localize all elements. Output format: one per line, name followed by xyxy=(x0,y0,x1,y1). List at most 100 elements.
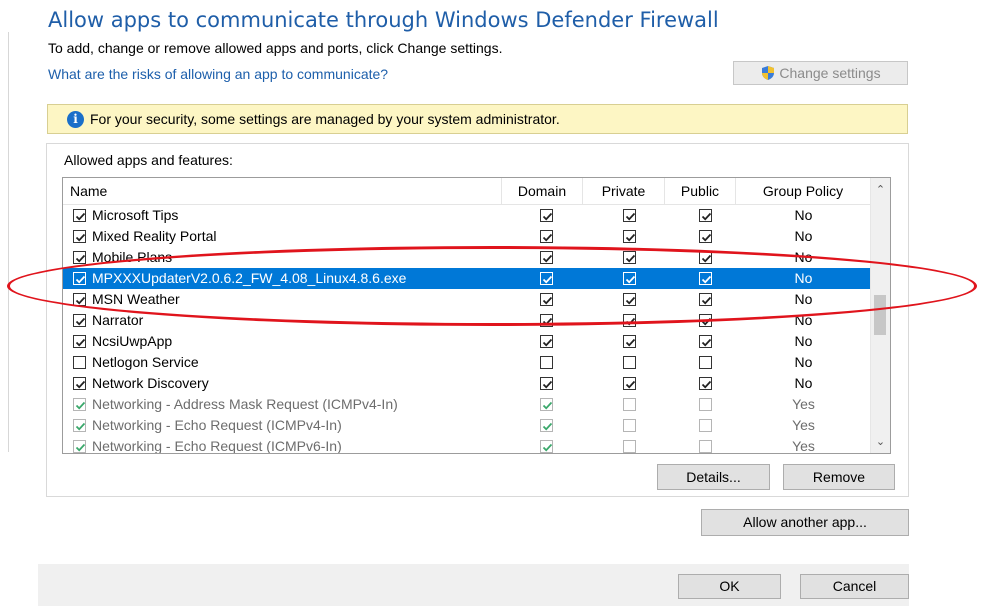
domain-checkbox[interactable] xyxy=(540,272,553,285)
private-checkbox[interactable] xyxy=(623,209,636,222)
app-enabled-checkbox[interactable] xyxy=(73,314,86,327)
private-checkbox[interactable] xyxy=(623,314,636,327)
list-header: Name Domain Private Public Group Policy xyxy=(63,178,871,205)
domain-checkbox[interactable] xyxy=(540,209,553,222)
group-policy-value: Yes xyxy=(792,417,815,433)
private-checkbox[interactable] xyxy=(623,335,636,348)
app-enabled-checkbox[interactable] xyxy=(73,230,86,243)
domain-checkbox[interactable] xyxy=(540,440,553,453)
change-settings-button[interactable]: Change settings xyxy=(733,61,908,85)
app-name: MPXXXUpdaterV2.0.6.2_FW_4.08_Linux4.8.6.… xyxy=(92,270,407,286)
app-enabled-checkbox[interactable] xyxy=(73,356,86,369)
app-enabled-checkbox[interactable] xyxy=(73,335,86,348)
column-header-name[interactable]: Name xyxy=(63,178,502,204)
risks-link[interactable]: What are the risks of allowing an app to… xyxy=(48,66,388,82)
table-row[interactable]: Networking - Echo Request (ICMPv6-In) Yes xyxy=(63,436,871,454)
app-enabled-checkbox[interactable] xyxy=(73,293,86,306)
public-checkbox[interactable] xyxy=(699,335,712,348)
private-checkbox[interactable] xyxy=(623,272,636,285)
domain-checkbox[interactable] xyxy=(540,398,553,411)
chevron-down-icon[interactable]: ⌄ xyxy=(871,433,890,451)
private-checkbox[interactable] xyxy=(623,440,636,453)
app-name: NcsiUwpApp xyxy=(92,333,173,349)
public-checkbox[interactable] xyxy=(699,419,712,432)
admin-info-bar: i For your security, some settings are m… xyxy=(47,104,908,134)
private-checkbox[interactable] xyxy=(623,356,636,369)
ok-button[interactable]: OK xyxy=(678,574,781,599)
app-name: Networking - Address Mask Request (ICMPv… xyxy=(92,396,398,412)
private-checkbox[interactable] xyxy=(623,419,636,432)
app-name: MSN Weather xyxy=(92,291,180,307)
allow-another-app-button[interactable]: Allow another app... xyxy=(701,509,909,536)
column-header-public[interactable]: Public xyxy=(665,178,736,204)
column-header-private[interactable]: Private xyxy=(583,178,665,204)
details-button[interactable]: Details... xyxy=(657,464,770,490)
app-enabled-checkbox[interactable] xyxy=(73,377,86,390)
group-policy-value: No xyxy=(794,228,813,244)
app-enabled-checkbox[interactable] xyxy=(73,419,86,432)
private-checkbox[interactable] xyxy=(623,230,636,243)
domain-checkbox[interactable] xyxy=(540,230,553,243)
app-name: Networking - Echo Request (ICMPv6-In) xyxy=(92,438,342,454)
private-checkbox[interactable] xyxy=(623,293,636,306)
app-enabled-checkbox[interactable] xyxy=(73,272,86,285)
remove-button[interactable]: Remove xyxy=(783,464,895,490)
private-checkbox[interactable] xyxy=(623,251,636,264)
public-checkbox[interactable] xyxy=(699,272,712,285)
group-policy-value: No xyxy=(794,333,813,349)
group-policy-value: No xyxy=(794,312,813,328)
table-row[interactable]: MSN Weather No xyxy=(63,289,871,310)
column-header-domain[interactable]: Domain xyxy=(502,178,583,204)
window-edge-divider xyxy=(8,32,9,452)
group-policy-value: Yes xyxy=(792,396,815,412)
column-header-group-policy[interactable]: Group Policy xyxy=(736,178,871,204)
page-subtitle: To add, change or remove allowed apps an… xyxy=(48,40,503,56)
domain-checkbox[interactable] xyxy=(540,356,553,369)
domain-checkbox[interactable] xyxy=(540,335,553,348)
app-name: Netlogon Service xyxy=(92,354,199,370)
table-row[interactable]: Networking - Echo Request (ICMPv4-In) Yes xyxy=(63,415,871,436)
table-row[interactable]: Network Discovery No xyxy=(63,373,871,394)
table-row[interactable]: NcsiUwpApp No xyxy=(63,331,871,352)
domain-checkbox[interactable] xyxy=(540,251,553,264)
allowed-apps-list[interactable]: Name Domain Private Public Group Policy … xyxy=(62,177,891,454)
table-row[interactable]: Mixed Reality Portal No xyxy=(63,226,871,247)
public-checkbox[interactable] xyxy=(699,356,712,369)
public-checkbox[interactable] xyxy=(699,209,712,222)
app-enabled-checkbox[interactable] xyxy=(73,398,86,411)
domain-checkbox[interactable] xyxy=(540,293,553,306)
group-policy-value: No xyxy=(794,207,813,223)
chevron-up-icon[interactable]: ⌃ xyxy=(871,181,890,199)
list-scrollbar[interactable]: ⌃ ⌄ xyxy=(870,178,890,453)
public-checkbox[interactable] xyxy=(699,398,712,411)
group-policy-value: Yes xyxy=(792,438,815,454)
public-checkbox[interactable] xyxy=(699,293,712,306)
allowed-apps-label: Allowed apps and features: xyxy=(64,152,233,168)
app-enabled-checkbox[interactable] xyxy=(73,209,86,222)
table-row[interactable]: Networking - Address Mask Request (ICMPv… xyxy=(63,394,871,415)
public-checkbox[interactable] xyxy=(699,230,712,243)
app-name: Mixed Reality Portal xyxy=(92,228,217,244)
public-checkbox[interactable] xyxy=(699,377,712,390)
table-row[interactable]: Netlogon Service No xyxy=(63,352,871,373)
public-checkbox[interactable] xyxy=(699,440,712,453)
table-row[interactable]: Narrator No xyxy=(63,310,871,331)
public-checkbox[interactable] xyxy=(699,251,712,264)
table-row[interactable]: Mobile Plans No xyxy=(63,247,871,268)
group-policy-value: No xyxy=(794,249,813,265)
app-enabled-checkbox[interactable] xyxy=(73,251,86,264)
page-title: Allow apps to communicate through Window… xyxy=(48,8,719,32)
group-policy-value: No xyxy=(794,291,813,307)
app-name: Network Discovery xyxy=(92,375,209,391)
public-checkbox[interactable] xyxy=(699,314,712,327)
table-row[interactable]: Microsoft Tips No xyxy=(63,205,871,226)
app-enabled-checkbox[interactable] xyxy=(73,440,86,453)
domain-checkbox[interactable] xyxy=(540,377,553,390)
domain-checkbox[interactable] xyxy=(540,419,553,432)
private-checkbox[interactable] xyxy=(623,377,636,390)
cancel-button[interactable]: Cancel xyxy=(800,574,909,599)
scrollbar-thumb[interactable] xyxy=(874,295,886,335)
private-checkbox[interactable] xyxy=(623,398,636,411)
table-row[interactable]: MPXXXUpdaterV2.0.6.2_FW_4.08_Linux4.8.6.… xyxy=(63,268,871,289)
domain-checkbox[interactable] xyxy=(540,314,553,327)
